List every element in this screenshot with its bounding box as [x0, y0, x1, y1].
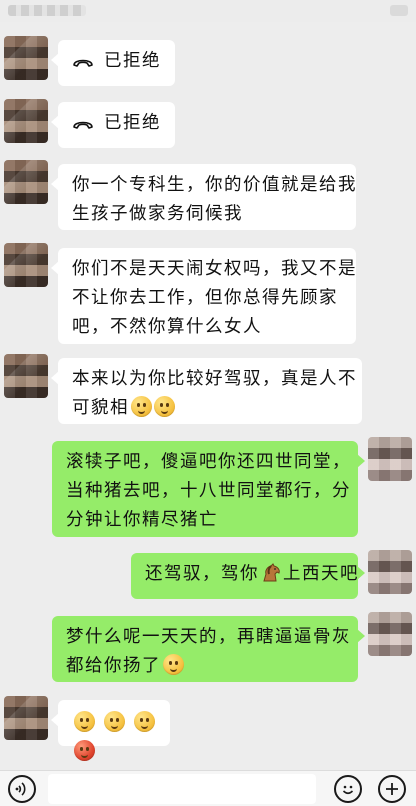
emoji-bubble[interactable] — [51, 700, 170, 761]
pleading-face-icon — [154, 396, 175, 417]
message-text: 梦什么呢一天天的，再瞎逼逼骨灰 — [66, 627, 351, 647]
message-text: 可貌相 — [72, 398, 129, 418]
pleading-face-icon — [134, 711, 156, 732]
voice-button[interactable] — [8, 775, 36, 803]
message-text: 分钟让你精尽猪亡 — [66, 510, 218, 530]
message-bubble[interactable]: 梦什么呢一天天的，再瞎逼逼骨灰 都给你扬了 — [52, 616, 365, 682]
pleading-face-icon — [104, 711, 126, 732]
smile-icon — [163, 654, 184, 675]
call-bubble[interactable]: 已拒绝 — [51, 40, 175, 86]
avatar[interactable] — [4, 354, 48, 398]
angry-face-icon — [74, 740, 95, 761]
battery-icon — [390, 5, 408, 16]
pleading-face-icon — [74, 711, 95, 732]
message-bubble[interactable]: 还驾驭，驾你 上西天吧 — [131, 553, 365, 599]
avatar[interactable] — [4, 696, 48, 740]
message-bubble[interactable]: 你们不是天天闹女权吗，我又不是 不让你去工作，但你总得先顾家 吧，不然你算什么女… — [51, 248, 357, 344]
message-text: 还驾驭，驾你 — [145, 564, 259, 584]
horse-icon — [263, 563, 280, 582]
message-text: 都给你扬了 — [66, 656, 161, 676]
message-text: 你们不是天天闹女权吗，我又不是 — [72, 259, 357, 279]
message-bubble[interactable]: 本来以为你比较好驾驭，真是人不 可貌相 — [51, 358, 362, 424]
message-bubble[interactable]: 滚犊子吧，傻逼吧你还四世同堂， 当种猪去吧，十八世同堂都行，分 分钟让你精尽猪亡 — [52, 441, 365, 537]
message-text: 滚犊子吧，傻逼吧你还四世同堂， — [66, 452, 351, 472]
call-bubble[interactable]: 已拒绝 — [51, 102, 175, 148]
plus-button[interactable] — [378, 775, 406, 803]
message-text: 你一个专科生，你的价值就是给我 — [72, 175, 357, 195]
voice-icon — [15, 782, 26, 796]
avatar[interactable] — [4, 36, 48, 80]
avatar[interactable] — [4, 160, 48, 204]
pleading-face-icon — [131, 396, 152, 417]
avatar[interactable] — [368, 437, 412, 481]
message-text: 生孩子做家务伺候我 — [72, 204, 243, 224]
declined-call-icon — [73, 59, 93, 67]
avatar[interactable] — [4, 243, 48, 287]
chat-input-bar — [0, 770, 416, 806]
carrier-blurred — [8, 5, 86, 16]
emoji-button[interactable] — [334, 775, 362, 803]
declined-call-icon — [73, 121, 93, 129]
avatar[interactable] — [4, 99, 48, 143]
call-status-text: 已拒绝 — [104, 51, 161, 71]
message-input[interactable] — [48, 774, 316, 804]
avatar[interactable] — [368, 550, 412, 594]
message-text: 本来以为你比较好驾驭，真是人不 — [72, 369, 357, 389]
message-text: 吧，不然你算什么女人 — [72, 317, 262, 337]
message-bubble[interactable]: 你一个专科生，你的价值就是给我 生孩子做家务伺候我 — [51, 164, 357, 230]
message-text: 上西天吧 — [283, 564, 359, 584]
call-status-text: 已拒绝 — [104, 113, 161, 133]
status-bar — [0, 0, 416, 22]
plus-icon — [386, 783, 398, 795]
message-text: 当种猪去吧，十八世同堂都行，分 — [66, 481, 351, 501]
avatar[interactable] — [368, 612, 412, 656]
message-text: 不让你去工作，但你总得先顾家 — [72, 288, 338, 308]
emoji-icon — [342, 785, 354, 795]
